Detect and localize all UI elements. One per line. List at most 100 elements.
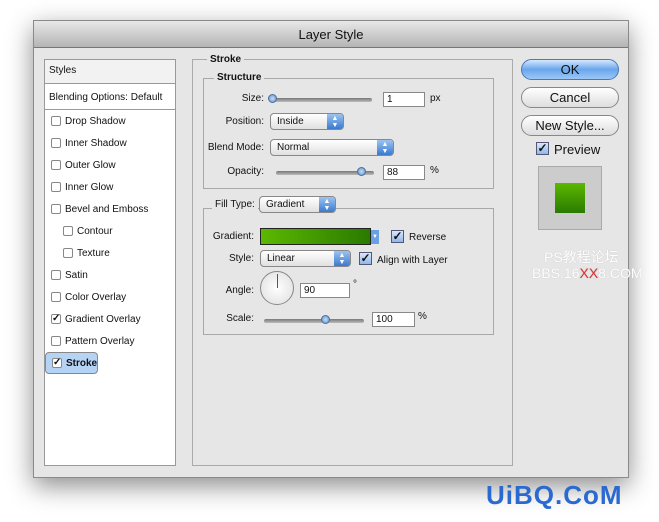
preview-thumbnail	[538, 166, 602, 230]
sidebar-item[interactable]: Pattern Overlay	[45, 330, 175, 352]
sidebar-item[interactable]: Inner Glow	[45, 176, 175, 198]
watermark-forum: PS教程论坛	[544, 249, 619, 265]
reverse-checkbox[interactable]: ✓	[391, 230, 404, 243]
size-input[interactable]: 1	[383, 92, 425, 107]
checkbox-icon[interactable]	[51, 160, 61, 170]
checkbox-icon[interactable]: ✓	[52, 358, 62, 368]
sidebar-item[interactable]: Satin	[45, 264, 175, 286]
checkbox-icon[interactable]	[51, 204, 61, 214]
scale-slider-thumb[interactable]	[321, 315, 330, 324]
ok-button[interactable]: OK	[521, 59, 619, 80]
sidebar-item[interactable]: Outer Glow	[45, 154, 175, 176]
fill-group: Fill Type: Gradient ▲ ▼ Gradient: ▼ ✓ Reve…	[203, 196, 494, 335]
checkbox-icon[interactable]: ✓	[51, 314, 61, 324]
size-slider[interactable]	[270, 98, 372, 102]
opacity-label: Opacity:	[227, 166, 264, 177]
sidebar-item-label: Gradient Overlay	[65, 313, 141, 325]
structure-title: Structure	[214, 72, 265, 83]
sidebar-item-label: Outer Glow	[65, 159, 116, 171]
stroke-title: Stroke	[207, 54, 245, 65]
sidebar-item-label: Inner Shadow	[65, 137, 127, 149]
sidebar-item[interactable]: Inner Shadow	[45, 132, 175, 154]
checkbox-icon[interactable]	[51, 336, 61, 346]
fill-type-value: Gradient	[266, 199, 305, 210]
sidebar-item-label: Bevel and Emboss	[65, 203, 149, 215]
checkbox-icon[interactable]	[51, 292, 61, 302]
sidebar-item[interactable]: Texture	[45, 242, 175, 264]
angle-dial[interactable]	[260, 271, 294, 305]
watermark-part: 8.COM	[598, 265, 643, 281]
scale-label: Scale:	[226, 313, 254, 324]
blend-mode-value: Normal	[277, 142, 310, 153]
watermark-part: XX	[579, 265, 599, 281]
sidebar-item-label: Drop Shadow	[65, 115, 126, 127]
sidebar-item-label: Color Overlay	[65, 291, 127, 303]
position-select[interactable]: Inside ▲ ▼	[270, 113, 344, 130]
updown-arrow-icon: ▲ ▼	[327, 114, 343, 129]
updown-arrow-icon: ▲ ▼	[319, 197, 335, 212]
blend-mode-select[interactable]: Normal ▲ ▼	[270, 139, 394, 156]
updown-arrow-icon: ▲ ▼	[377, 140, 393, 155]
angle-unit: °	[353, 279, 357, 290]
blend-mode-label: Blend Mode:	[207, 142, 264, 153]
preview-label: Preview	[554, 142, 601, 157]
scale-input[interactable]: 100	[372, 312, 415, 327]
angle-label: Angle:	[225, 285, 254, 296]
watermark-site: BBS.16XX8.COM	[532, 265, 643, 281]
sidebar-item-label: Pattern Overlay	[65, 335, 135, 347]
gradient-label: Gradient:	[212, 231, 254, 242]
checkbox-icon[interactable]	[51, 182, 61, 192]
angle-needle	[277, 274, 278, 288]
sidebar-item-label: Contour	[77, 225, 113, 237]
angle-input[interactable]: 90	[300, 283, 350, 298]
size-label: Size:	[241, 93, 264, 104]
sidebar-item-label: Stroke	[66, 357, 98, 369]
scale-slider[interactable]	[264, 319, 364, 323]
sidebar-item[interactable]: Color Overlay	[45, 286, 175, 308]
watermark-uibq: UiBQ.CoM	[486, 480, 623, 510]
gradient-swatch[interactable]	[260, 228, 371, 245]
stroke-panel: Stroke Structure Size: 1 px Position: In…	[192, 54, 513, 466]
checkbox-icon[interactable]	[51, 270, 61, 280]
checkbox-icon[interactable]	[51, 138, 61, 148]
sidebar-item[interactable]: Contour	[45, 220, 175, 242]
position-label: Position:	[225, 116, 264, 127]
sidebar-item[interactable]: Bevel and Emboss	[45, 198, 175, 220]
sidebar-item[interactable]: ✓ Stroke	[45, 352, 99, 374]
gradient-dropdown-icon[interactable]: ▼	[371, 230, 379, 244]
style-value: Linear	[267, 253, 295, 264]
checkbox-icon[interactable]	[63, 226, 73, 236]
opacity-unit: %	[430, 165, 439, 176]
dialog-title: Layer Style	[34, 21, 628, 48]
sidebar-item-label: Inner Glow	[65, 181, 114, 193]
fill-type-select[interactable]: Gradient ▲ ▼	[259, 196, 336, 213]
watermark-part: BBS.16	[532, 265, 580, 281]
blending-options[interactable]: Blending Options: Default	[45, 87, 175, 110]
size-unit: px	[430, 93, 441, 104]
sidebar-item-label: Satin	[65, 269, 88, 281]
checkbox-icon[interactable]	[63, 248, 73, 258]
reverse-label: Reverse	[409, 232, 447, 243]
structure-group: Structure Size: 1 px Position: Inside ▲ ▼ …	[203, 72, 494, 189]
style-select[interactable]: Linear ▲ ▼	[260, 250, 351, 267]
layer-style-dialog: Layer Style Styles Blending Options: Def…	[33, 20, 643, 478]
styles-sidebar: Styles Blending Options: Default Drop Sh…	[44, 59, 176, 466]
scale-unit: %	[418, 311, 427, 322]
align-with-layer-label: Align with Layer	[377, 255, 448, 266]
sidebar-item[interactable]: Drop Shadow	[45, 110, 175, 132]
preview-swatch	[555, 183, 585, 213]
new-style-button[interactable]: New Style...	[521, 115, 619, 136]
size-slider-thumb[interactable]	[268, 94, 277, 103]
checkbox-icon[interactable]	[51, 116, 61, 126]
position-value: Inside	[277, 116, 304, 127]
sidebar-item[interactable]: ✓ Gradient Overlay	[45, 308, 175, 330]
cancel-button[interactable]: Cancel	[521, 87, 619, 108]
fill-type-label: Fill Type:	[212, 199, 258, 210]
style-label: Style:	[228, 253, 254, 264]
updown-arrow-icon: ▲ ▼	[334, 251, 350, 266]
opacity-input[interactable]: 88	[383, 165, 425, 180]
preview-checkbox[interactable]: ✓	[536, 142, 549, 155]
styles-header[interactable]: Styles	[45, 60, 175, 84]
sidebar-item-label: Texture	[77, 247, 110, 259]
align-with-layer-checkbox[interactable]: ✓	[359, 252, 372, 265]
